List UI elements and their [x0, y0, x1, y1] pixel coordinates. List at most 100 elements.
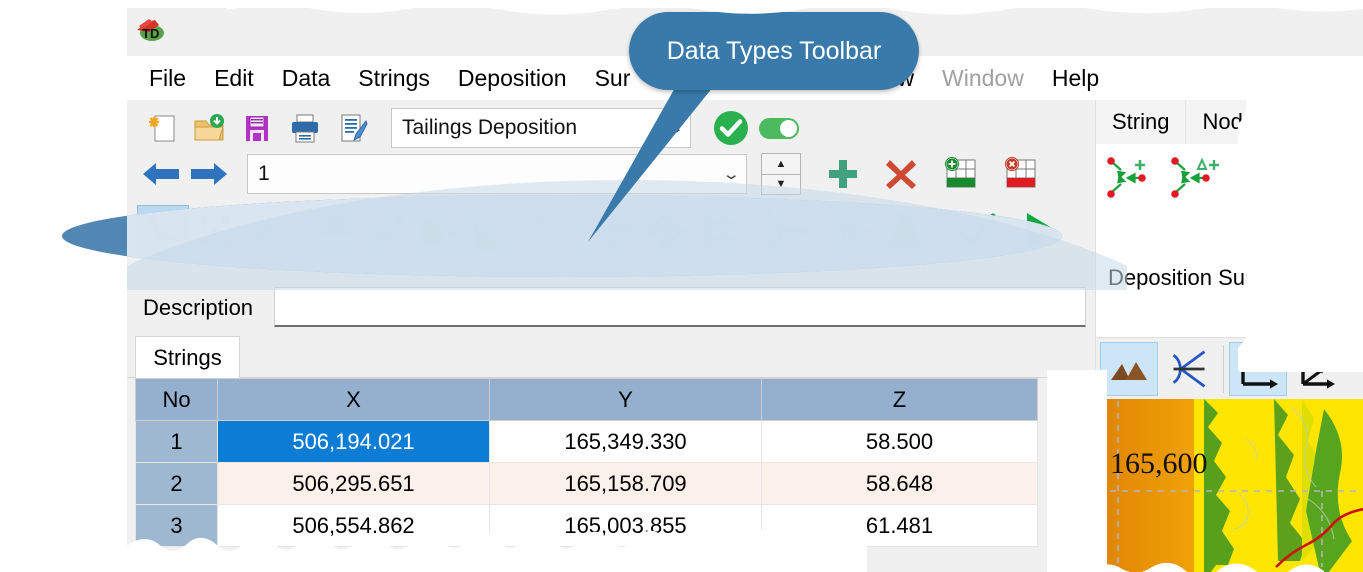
cell-z[interactable]: 58.648 [761, 462, 1038, 505]
tab-string[interactable]: String [1096, 100, 1187, 144]
previous-button[interactable] [137, 152, 185, 196]
menu-item-deposition[interactable]: Deposition [444, 63, 581, 94]
svg-text:3D: 3D [1311, 353, 1335, 374]
cell-z[interactable]: 61.481 [761, 504, 1038, 547]
new-file-button[interactable] [137, 106, 185, 150]
visibility-toggle[interactable] [755, 106, 803, 150]
table-row[interactable]: 2 506,295.651 165,158.709 58.648 [135, 462, 1038, 505]
tab-element[interactable]: El [1272, 100, 1325, 144]
cell-x[interactable]: 506,554.862 [217, 504, 490, 547]
string-index-stepper[interactable]: ▲ ▼ [761, 153, 801, 195]
cell-y[interactable]: 165,158.709 [489, 462, 762, 505]
cell-x[interactable]: 506,295.651 [217, 462, 490, 505]
insert-row-button[interactable] [937, 152, 985, 196]
add-button[interactable] [819, 152, 867, 196]
terrain-view-button[interactable] [1100, 341, 1158, 396]
run-button[interactable] [1014, 205, 1066, 257]
table-row[interactable]: 1 506,194.021 165,349.330 58.500 [135, 420, 1038, 463]
model-type-combo[interactable]: Tailings Deposition ⌄ [391, 108, 691, 148]
cell-z[interactable]: 58.500 [761, 420, 1038, 463]
menu-item-help[interactable]: Help [1038, 63, 1113, 94]
truck-logo-icon: TD [133, 16, 167, 42]
section-view-button[interactable] [1160, 342, 1218, 396]
tab-strings[interactable]: Strings [135, 336, 240, 379]
connect-nodes-icon [764, 209, 808, 253]
right-dock-tabs: String Node El [1096, 100, 1363, 144]
menu-item-data[interactable]: Data [268, 63, 345, 94]
mesh-element-button[interactable] [189, 205, 241, 257]
svg-text:TD: TD [142, 26, 159, 41]
right-dock-panel: String Node El Deposition Surface 1 2D 3… [1095, 100, 1363, 572]
confirm-button[interactable] [950, 205, 1002, 257]
translate-curve-button[interactable] [639, 205, 691, 257]
connect-nodes-button[interactable] [760, 205, 812, 257]
deposition-surface-input[interactable]: 1 [1303, 262, 1338, 294]
menu-item-file[interactable]: File [135, 63, 200, 94]
row-number[interactable]: 2 [135, 462, 218, 505]
apply-button[interactable] [707, 106, 755, 150]
toolbar-area: Tailings Deposition ⌄ 1 ⌄ ▲ ▼ [127, 100, 1095, 285]
cell-y[interactable]: 165,003.855 [489, 504, 762, 547]
column-header-z[interactable]: Z [761, 378, 1038, 421]
table-header-row: No X Y Z [135, 378, 1038, 421]
chevron-down-icon: ⌄ [666, 120, 686, 137]
green-rising-arrow-icon [369, 216, 403, 248]
connect-nodes-delta-button[interactable] [1168, 154, 1226, 202]
row-number[interactable]: 1 [135, 420, 218, 463]
save-file-button[interactable] [233, 106, 281, 150]
deposition-surface-label: Deposition Surface [1108, 265, 1294, 290]
translate-button[interactable] [587, 205, 639, 257]
string-polyline-button[interactable] [137, 205, 189, 257]
embankment-button[interactable] [881, 205, 933, 257]
embankment-dam-icon [888, 213, 924, 249]
connect-nodes-plus-button[interactable] [1104, 154, 1162, 202]
callout-bubble: Data Types Toolbar [629, 12, 919, 90]
map-coordinate-label: 165,600 [1110, 447, 1208, 480]
waveform-button[interactable] [241, 205, 293, 257]
chevron-down-icon: ⌄ [722, 166, 742, 183]
edit-report-button[interactable] [329, 106, 377, 150]
menu-item-edit[interactable]: Edit [200, 63, 268, 94]
open-file-button[interactable] [185, 106, 233, 150]
beach-profile-button[interactable] [414, 205, 466, 257]
delete-button[interactable] [877, 152, 925, 196]
description-input[interactable] [274, 287, 1086, 327]
delete-row-button[interactable] [997, 152, 1045, 196]
rate-ramp-button[interactable] [362, 205, 414, 257]
cell-y[interactable]: 165,349.330 [489, 420, 762, 463]
row-number[interactable]: 3 [135, 504, 218, 547]
column-header-no[interactable]: No [135, 378, 218, 421]
axes-3d-icon: 3D [1298, 351, 1335, 389]
toolbar-separator [301, 209, 302, 253]
string-index-combo[interactable]: 1 ⌄ [247, 154, 747, 194]
stepper-down-button[interactable]: ▼ [762, 175, 800, 195]
four-way-arrows-curve-icon [643, 209, 687, 253]
blue-section-cross-icon [837, 210, 873, 252]
description-row: Description [127, 285, 1095, 333]
terrain-map-view[interactable]: 165,600 [1096, 399, 1363, 572]
polyline-nodes-icon [148, 214, 180, 246]
view-3d-button[interactable]: 3D [1289, 342, 1347, 396]
table-row[interactable]: 3 506,554.862 165,003.855 61.481 [135, 504, 1038, 547]
column-header-y[interactable]: Y [489, 378, 762, 421]
curve-profile-button[interactable] [466, 205, 518, 257]
terrain-map-image [1096, 399, 1363, 572]
stepper-up-button[interactable]: ▲ [762, 154, 800, 175]
blue-waveform-icon [247, 217, 287, 244]
tab-node[interactable]: Node [1186, 100, 1273, 144]
water-level-button[interactable] [518, 205, 570, 257]
cell-x[interactable]: 506,194.021 [217, 420, 490, 463]
view-2d-button[interactable]: 2D [1229, 341, 1287, 396]
print-button[interactable] [281, 106, 329, 150]
mesh-square-nodes-icon [199, 215, 231, 247]
menu-item-strings[interactable]: Strings [344, 63, 444, 94]
layer-thickness-button[interactable] [310, 205, 362, 257]
column-header-x[interactable]: X [217, 378, 490, 421]
connect-nodes-delta-icon [1171, 157, 1219, 198]
strings-data-grid: No X Y Z 1 506,194.021 165,349.330 58.50… [135, 378, 1038, 547]
offset-nodes-button[interactable] [691, 205, 743, 257]
string-properties-panel: Deposition Surface 1 [1096, 144, 1363, 337]
next-button[interactable] [185, 152, 233, 196]
svg-text:2D: 2D [1251, 353, 1275, 374]
section-button[interactable] [829, 205, 881, 257]
